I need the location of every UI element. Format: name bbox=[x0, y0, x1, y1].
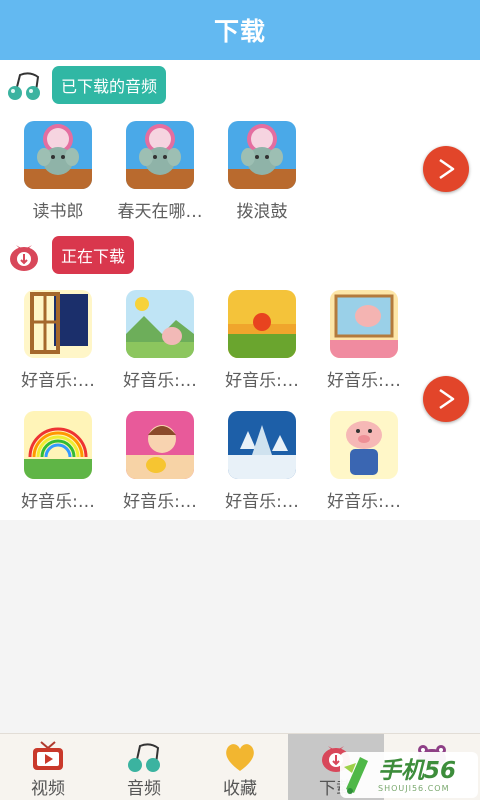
downloaded-item[interactable]: 春天在哪… bbox=[109, 121, 211, 231]
downloading-section-label: 正在下载 bbox=[52, 236, 135, 274]
audio-title: 好音乐:… bbox=[225, 371, 299, 391]
tv-icon bbox=[33, 741, 63, 770]
audio-thumbnail bbox=[126, 411, 194, 479]
downloading-item[interactable]: 好音乐:… bbox=[109, 411, 211, 521]
downloading-item[interactable]: 好音乐:… bbox=[211, 411, 313, 521]
downloaded-section-header: 已下载的音频 bbox=[6, 66, 167, 104]
downloading-item[interactable]: 好音乐:… bbox=[7, 290, 109, 400]
downloading-item[interactable]: 好音乐:… bbox=[7, 411, 109, 521]
phone-logo-icon bbox=[344, 757, 368, 794]
more-downloaded-button[interactable] bbox=[423, 146, 469, 192]
audio-title: 好音乐:… bbox=[123, 492, 197, 512]
audio-thumbnail bbox=[228, 290, 296, 358]
audio-title: 好音乐:… bbox=[327, 371, 401, 391]
music-note-icon bbox=[128, 743, 160, 772]
downloaded-item[interactable]: 拨浪鼓 bbox=[211, 121, 313, 231]
watermark-text: 手机56 bbox=[378, 757, 457, 784]
watermark-subtext: SHOUJI56.COM bbox=[378, 783, 450, 793]
audio-thumbnail bbox=[228, 411, 296, 479]
chevron-right-icon bbox=[439, 388, 455, 410]
audio-title: 好音乐:… bbox=[327, 492, 401, 512]
tab-label: 音频 bbox=[127, 779, 161, 799]
tab-video[interactable]: 视频 bbox=[0, 734, 96, 800]
tab-audio[interactable]: 音频 bbox=[96, 734, 192, 800]
tab-label: 视频 bbox=[31, 779, 65, 799]
audio-title: 拨浪鼓 bbox=[236, 202, 288, 222]
downloading-section-header: 正在下载 bbox=[6, 236, 135, 274]
downloaded-row: 读书郎 春天在哪… 拨浪鼓 bbox=[0, 121, 420, 231]
downloading-row: 好音乐:… 好音乐:… 好音乐:… 好音乐:… bbox=[0, 290, 420, 400]
page-title: 下载 bbox=[213, 17, 266, 46]
heart-icon bbox=[226, 744, 254, 771]
music-note-icon bbox=[8, 72, 40, 100]
downloaded-item[interactable]: 读书郎 bbox=[7, 121, 109, 231]
downloading-row: 好音乐:… 好音乐:… 好音乐:… 好音乐:… bbox=[0, 411, 420, 521]
downloading-item[interactable]: 好音乐:… bbox=[109, 290, 211, 400]
audio-title: 好音乐:… bbox=[225, 492, 299, 512]
audio-title: 好音乐:… bbox=[21, 371, 95, 391]
audio-title: 读书郎 bbox=[32, 202, 84, 222]
tab-favorites[interactable]: 收藏 bbox=[192, 734, 288, 800]
more-downloading-button[interactable] bbox=[423, 376, 469, 422]
downloaded-section-label: 已下载的音频 bbox=[52, 66, 167, 104]
audio-thumbnail bbox=[24, 411, 92, 479]
audio-title: 好音乐:… bbox=[21, 492, 95, 512]
downloading-item[interactable]: 好音乐:… bbox=[211, 290, 313, 400]
audio-title: 好音乐:… bbox=[123, 371, 197, 391]
download-bag-icon bbox=[10, 245, 38, 271]
audio-title: 春天在哪… bbox=[117, 202, 203, 222]
audio-thumbnail bbox=[228, 121, 296, 189]
audio-thumbnail bbox=[330, 411, 398, 479]
downloading-item[interactable]: 好音乐:… bbox=[313, 290, 415, 400]
audio-thumbnail bbox=[126, 290, 194, 358]
header-bar: 下载 bbox=[0, 0, 480, 60]
watermark-logo: 手机56 SHOUJI56.COM bbox=[340, 752, 478, 798]
chevron-right-icon bbox=[439, 158, 455, 180]
audio-thumbnail bbox=[126, 121, 194, 189]
audio-thumbnail bbox=[24, 290, 92, 358]
tab-label: 收藏 bbox=[223, 779, 257, 799]
audio-thumbnail bbox=[24, 121, 92, 189]
audio-thumbnail bbox=[330, 290, 398, 358]
downloading-item[interactable]: 好音乐:… bbox=[313, 411, 415, 521]
